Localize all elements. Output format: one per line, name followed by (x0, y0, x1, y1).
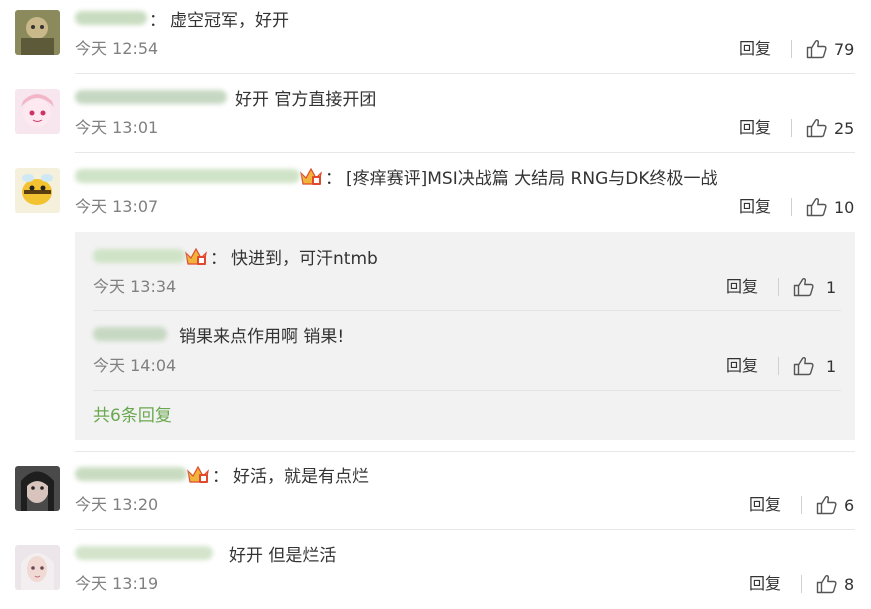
user-avatar[interactable] (15, 466, 60, 511)
divider (801, 575, 802, 593)
username-blurred[interactable] (75, 467, 187, 481)
divider (791, 198, 792, 216)
thumbs-up-icon (793, 357, 814, 376)
user-avatar[interactable] (15, 89, 60, 134)
thumbs-up-icon (806, 119, 827, 138)
sub-reply-text: 销果来点作用啊 销果! (179, 326, 345, 347)
sub-reply-line: 销果来点作用啊 销果! (93, 322, 345, 347)
like-count: 8 (844, 574, 855, 594)
comment-text: 虚空冠军，好开 (170, 10, 289, 31)
like-count: 1 (826, 277, 837, 297)
username-blurred[interactable] (75, 546, 213, 560)
separator (93, 310, 841, 311)
comment-line: 好开 但是烂活 (75, 541, 337, 566)
divider (778, 278, 779, 296)
colon: ： (325, 168, 342, 189)
comment-time: 今天 13:07 (75, 197, 159, 216)
like-button[interactable]: 6 (816, 494, 854, 516)
username-blurred[interactable] (93, 249, 185, 263)
thumbs-up-icon (816, 575, 837, 594)
like-count: 79 (834, 39, 855, 59)
divider (801, 496, 802, 514)
sub-reply-time: 今天 14:04 (93, 356, 177, 375)
comment-line: ： 好活，就是有点烂 (75, 462, 369, 487)
comment-time: 今天 13:01 (75, 118, 159, 137)
crown-badge-icon (186, 463, 210, 485)
comment-line: ： 虚空冠军，好开 (75, 6, 289, 31)
comment-time: 今天 13:20 (75, 495, 159, 514)
thumbs-up-icon (806, 40, 827, 59)
comment-text: [疼痒赛评]MSI决战篇 大结局 RNG与DK终极一战 (346, 168, 718, 189)
divider (791, 40, 792, 58)
like-count: 10 (834, 197, 855, 217)
thumbs-up-icon (806, 198, 827, 217)
user-avatar[interactable] (15, 10, 60, 55)
colon: ： (212, 466, 229, 487)
colon: ： (149, 10, 166, 31)
sub-reply-time: 今天 13:34 (93, 277, 177, 296)
comment-text: 好活，就是有点烂 (233, 466, 369, 487)
sub-reply-text: 快进到，可汗ntmb (231, 248, 378, 269)
like-count: 6 (844, 495, 855, 515)
user-avatar[interactable] (15, 168, 60, 213)
divider (791, 119, 792, 137)
separator (75, 529, 855, 530)
reply-button[interactable]: 回复 (739, 117, 771, 139)
comment-line: ： [疼痒赛评]MSI决战篇 大结局 RNG与DK终极一战 (75, 164, 718, 189)
username-blurred[interactable] (93, 327, 167, 341)
separator (93, 390, 841, 391)
like-count: 1 (826, 356, 837, 376)
like-button[interactable]: 25 (806, 117, 854, 139)
crown-badge-icon (299, 165, 323, 187)
username-blurred[interactable] (75, 11, 147, 25)
reply-button[interactable]: 回复 (739, 38, 771, 60)
comment-text: 好开 但是烂活 (229, 545, 337, 566)
user-avatar[interactable] (15, 545, 60, 590)
comment-line: 好开 官方直接开团 (75, 85, 377, 110)
separator (75, 73, 855, 74)
thumbs-up-icon (816, 496, 837, 515)
reply-button[interactable]: 回复 (749, 494, 781, 516)
like-button[interactable]: 8 (816, 573, 854, 595)
sub-reply-line: ： 快进到，可汗ntmb (93, 244, 378, 269)
divider (778, 357, 779, 375)
username-blurred[interactable] (75, 169, 300, 183)
separator (75, 451, 855, 452)
comment-text: 好开 官方直接开团 (235, 89, 377, 110)
reply-button[interactable]: 回复 (739, 196, 771, 218)
thumbs-up-icon (793, 278, 814, 297)
crown-badge-icon (184, 245, 208, 267)
reply-button[interactable]: 回复 (726, 276, 758, 298)
separator (75, 152, 855, 153)
like-button[interactable]: 10 (806, 196, 854, 218)
more-replies-link[interactable]: 共6条回复 (93, 405, 172, 427)
reply-button[interactable]: 回复 (749, 573, 781, 595)
like-button[interactable]: 1 (793, 276, 836, 298)
colon: ： (210, 248, 227, 269)
reply-button[interactable]: 回复 (726, 355, 758, 377)
like-count: 25 (834, 118, 855, 138)
comment-time: 今天 13:19 (75, 574, 159, 593)
comment-time: 今天 12:54 (75, 39, 159, 58)
like-button[interactable]: 79 (806, 38, 854, 60)
like-button[interactable]: 1 (793, 355, 836, 377)
username-blurred[interactable] (75, 90, 227, 104)
